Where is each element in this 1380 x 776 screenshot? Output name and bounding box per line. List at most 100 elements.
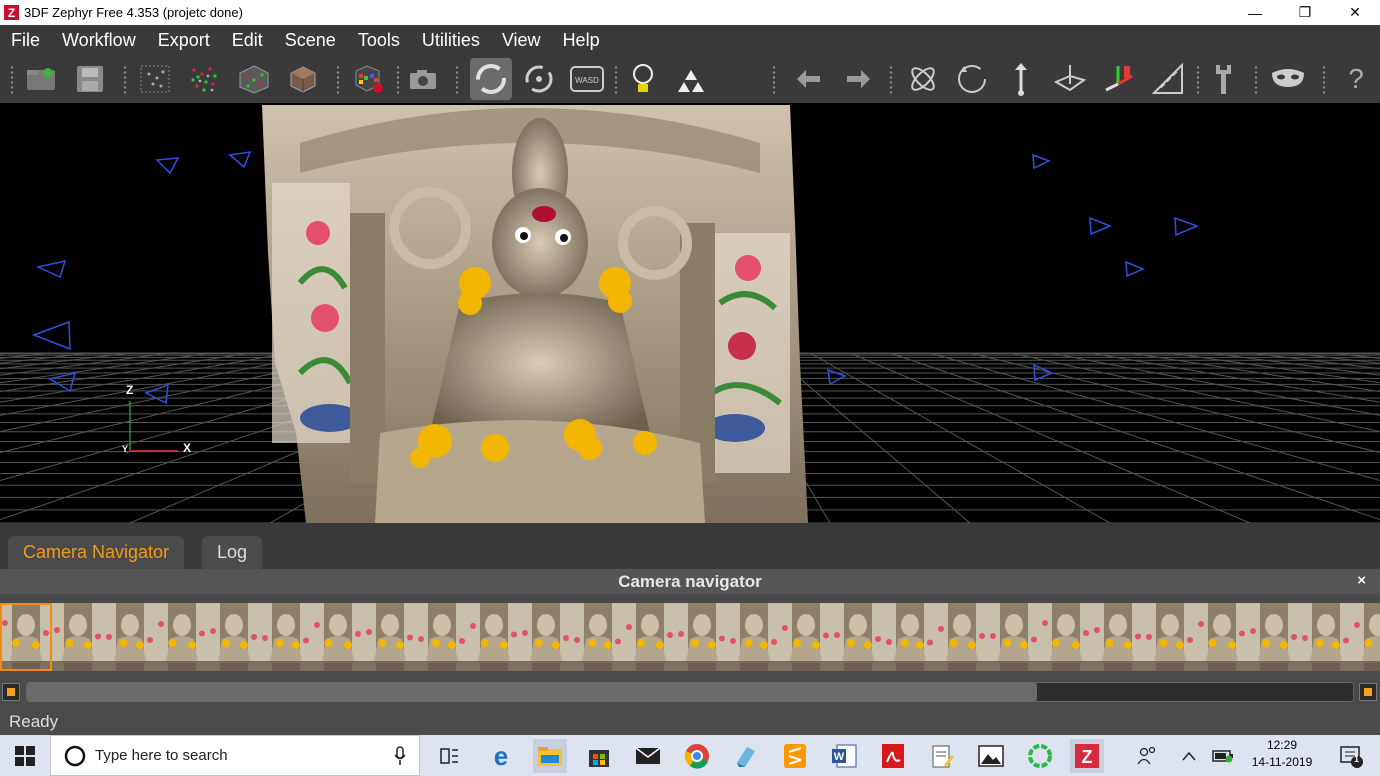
notification-icon[interactable]: 1 (1334, 739, 1368, 773)
camera-thumbnail[interactable] (416, 603, 468, 671)
wasd-icon[interactable]: WASD (569, 61, 605, 97)
scroll-left-button[interactable] (2, 683, 20, 701)
mail-icon[interactable] (631, 739, 665, 773)
mesh-icon[interactable] (236, 61, 272, 97)
toolbar-grip[interactable] (772, 65, 776, 95)
rotate-icon[interactable] (521, 61, 557, 97)
scroll-right-button[interactable] (1359, 683, 1377, 701)
textured-mesh-icon[interactable] (285, 61, 321, 97)
toolbar-grip[interactable] (396, 65, 400, 95)
camera-thumbnail[interactable] (1352, 603, 1380, 671)
camera-thumbnail[interactable] (572, 603, 624, 671)
taskbar-search[interactable]: Type here to search (50, 735, 420, 776)
camera-thumbnail[interactable] (728, 603, 780, 671)
photos-icon[interactable] (974, 739, 1008, 773)
tab-log[interactable]: Log (202, 536, 263, 569)
atom-icon[interactable] (905, 61, 941, 97)
help-icon[interactable]: ? (1338, 61, 1374, 97)
circle-app-icon[interactable] (1023, 739, 1057, 773)
reset-icon[interactable] (954, 61, 990, 97)
edge-icon[interactable]: e (484, 739, 518, 773)
zephyr-icon[interactable]: Z (1070, 739, 1104, 773)
ruler-icon[interactable] (1150, 61, 1186, 97)
camera-thumbnail[interactable] (1248, 603, 1300, 671)
undo-icon[interactable] (791, 61, 827, 97)
minimize-button[interactable]: — (1230, 0, 1280, 25)
menu-file[interactable]: File (0, 25, 51, 55)
wrench-icon[interactable] (1205, 61, 1241, 97)
chrome-icon[interactable] (680, 739, 714, 773)
camera-thumbnail[interactable] (1300, 603, 1352, 671)
camera-thumbnail[interactable] (936, 603, 988, 671)
camera-thumbnail[interactable] (156, 603, 208, 671)
toolbar-grip[interactable] (614, 65, 618, 95)
redo-icon[interactable] (840, 61, 876, 97)
camera-thumbnail[interactable] (208, 603, 260, 671)
light-bulb-icon[interactable] (625, 61, 661, 97)
sparse-cloud-icon[interactable] (137, 61, 173, 97)
camera-thumbnail[interactable] (52, 603, 104, 671)
camera-thumbnail[interactable] (1144, 603, 1196, 671)
system-clock[interactable]: 12:29 14-11-2019 (1240, 737, 1324, 771)
toolbar-grip[interactable] (336, 65, 340, 95)
camera-thumbnail[interactable] (624, 603, 676, 671)
menu-edit[interactable]: Edit (221, 25, 274, 55)
filmstrip-scrollbar[interactable] (26, 682, 1354, 702)
bounding-box-icon[interactable] (1052, 61, 1088, 97)
camera-thumbnail[interactable] (1092, 603, 1144, 671)
battery-icon[interactable] (1206, 739, 1240, 773)
toolbar-grip[interactable] (123, 65, 127, 95)
menu-utilities[interactable]: Utilities (411, 25, 491, 55)
new-project-icon[interactable] (23, 61, 59, 97)
camera-thumbnail[interactable] (1040, 603, 1092, 671)
camera-thumbnail[interactable] (104, 603, 156, 671)
points-icon[interactable] (673, 61, 709, 97)
camera-thumbnail[interactable] (1196, 603, 1248, 671)
menu-view[interactable]: View (491, 25, 552, 55)
camera-icon[interactable] (405, 61, 441, 97)
camera-thumbnail[interactable] (260, 603, 312, 671)
menu-help[interactable]: Help (552, 25, 611, 55)
gizmo-icon[interactable] (1101, 61, 1137, 97)
toolbar-grip[interactable] (1196, 65, 1200, 95)
word-icon[interactable]: W (827, 739, 861, 773)
restore-button[interactable]: ❐ (1280, 0, 1330, 25)
vertical-icon[interactable] (1003, 61, 1039, 97)
menu-workflow[interactable]: Workflow (51, 25, 147, 55)
people-icon[interactable] (1131, 739, 1165, 773)
orbit-icon[interactable] (470, 58, 512, 100)
camera-thumbnail[interactable] (0, 603, 53, 671)
mask-icon[interactable] (1270, 61, 1306, 97)
camera-filmstrip[interactable] (0, 603, 1380, 671)
menu-scene[interactable]: Scene (274, 25, 347, 55)
paint-icon[interactable] (729, 739, 763, 773)
camera-thumbnail[interactable] (364, 603, 416, 671)
camera-thumbnail[interactable] (988, 603, 1040, 671)
toolbar-grip[interactable] (10, 65, 14, 95)
save-icon[interactable] (72, 61, 108, 97)
rubik-cube-icon[interactable] (351, 61, 387, 97)
acrobat-icon[interactable] (876, 739, 910, 773)
sublime-icon[interactable] (778, 739, 812, 773)
scrollbar-thumb[interactable] (27, 683, 1037, 701)
toolbar-grip[interactable] (1254, 65, 1258, 95)
menu-tools[interactable]: Tools (347, 25, 411, 55)
toolbar-grip[interactable] (455, 65, 459, 95)
3d-viewport[interactable]: Z Y X (0, 103, 1380, 523)
toolbar-grip[interactable] (889, 65, 893, 95)
camera-thumbnail[interactable] (468, 603, 520, 671)
file-explorer-icon[interactable] (533, 739, 567, 773)
notepad-icon[interactable] (925, 739, 959, 773)
camera-thumbnail[interactable] (884, 603, 936, 671)
close-button[interactable]: ✕ (1330, 0, 1380, 25)
camera-thumbnail[interactable] (676, 603, 728, 671)
tab-camera-navigator[interactable]: Camera Navigator (8, 536, 185, 569)
windows-start-icon[interactable] (8, 739, 42, 773)
menu-export[interactable]: Export (147, 25, 221, 55)
store-icon[interactable] (582, 739, 616, 773)
chevron-up-icon[interactable] (1172, 739, 1206, 773)
camera-thumbnail[interactable] (312, 603, 364, 671)
camera-thumbnail[interactable] (832, 603, 884, 671)
task-view-icon[interactable] (432, 739, 466, 773)
camera-thumbnail[interactable] (520, 603, 572, 671)
